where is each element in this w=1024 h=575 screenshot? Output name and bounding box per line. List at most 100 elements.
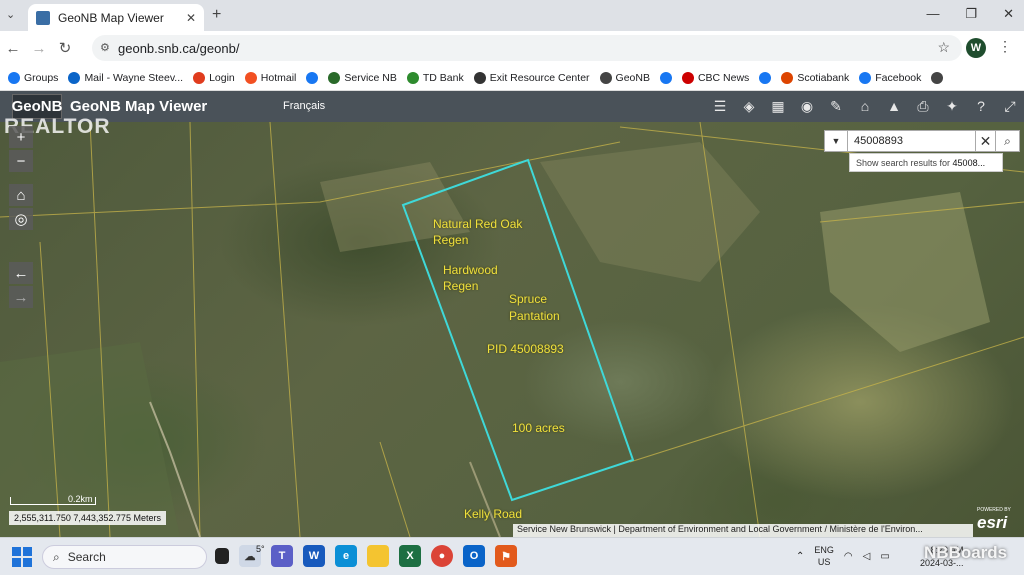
reload-icon[interactable]: ↻ [52,39,78,57]
bookmark-item[interactable]: GeoNB [599,71,650,84]
next-extent-button[interactable]: → [9,286,33,308]
locate-button[interactable]: ◎ [9,208,33,230]
bookmarks-bar: Groups Mail - Wayne Steev... Login Hotmail S… [0,65,1024,91]
bookmark-item[interactable]: Login [193,71,235,84]
label-hardwood-line1: Hardwood [443,263,498,277]
chrome-icon[interactable]: ● [431,545,453,567]
zoom-in-button[interactable]: + [9,126,33,148]
file-explorer-icon[interactable] [367,545,389,567]
bookmark-item[interactable] [931,71,944,84]
restore-icon[interactable]: ❐ [965,6,977,22]
home-extent-button[interactable]: ⌂ [9,184,33,206]
tab-close-icon[interactable]: ✕ [186,11,196,25]
battery-icon[interactable]: ▭ [880,551,889,562]
bookmark-item[interactable]: Hotmail [244,71,297,84]
facebook-icon [859,71,872,84]
browser-tab-bar: ⌄ GeoNB Map Viewer ✕ + — ❐ ✕ [0,0,1024,31]
forward-icon[interactable]: → [26,40,52,57]
previous-extent-button[interactable]: ← [9,262,33,284]
back-icon[interactable]: ← [0,40,26,57]
label-spruce-line2: Pantation [509,309,560,323]
excel-icon[interactable]: X [399,545,421,567]
wifi-icon[interactable]: ◠ [844,551,853,562]
suggestion-value: 45008... [952,158,986,168]
bookmark-star-icon[interactable]: ☆ [937,39,950,56]
new-tab-button[interactable]: + [212,6,221,24]
zoom-out-button[interactable]: − [9,150,33,172]
map-search: ▼ ✕ ⌕ [824,130,1024,152]
volume-icon[interactable]: ◁ [863,551,871,562]
map-attribution: Service New Brunswick | Department of En… [513,524,973,537]
windows-start-icon[interactable] [12,547,32,567]
help-icon[interactable]: ? [971,96,991,116]
field-area [820,192,990,352]
map-toolbar: ☰ ◈ ▦ ◉ ✎ ⌂ ▲ ⎙ ✦ ? ⤢ [710,96,1020,116]
windows-taskbar: ⌕ Search ☁ T W e X ● O ⚑ 5° ⌃ ENG US ◠ ◁… [0,537,1024,575]
print-icon[interactable]: ⎙ [913,96,933,116]
address-bar[interactable]: ⚙ geonb.snb.ca/geonb/ [92,35,962,61]
esri-name: esri [977,513,1008,532]
measure-icon[interactable]: ✎ [826,96,846,116]
bookmark-item[interactable]: Mail - Wayne Steev... [68,71,183,84]
bookmark-label: Exit Resource Center [489,71,590,84]
draw-icon[interactable]: ⌂ [855,96,875,116]
bookmark-item[interactable]: Service NB [328,71,397,84]
tray-chevron-icon[interactable]: ⌃ [796,551,804,562]
app-icon[interactable]: ⚑ [495,545,517,567]
list-icon[interactable]: ☰ [710,96,730,116]
bookmark-label: GeoNB [615,71,650,84]
bookmark-label: TD Bank [422,71,464,84]
tab-title: GeoNB Map Viewer [58,10,164,25]
outlook-icon[interactable]: O [463,545,485,567]
label-red-oak-line2: Regen [433,233,469,247]
language-toggle-link[interactable]: Français [283,100,325,112]
task-view-icon[interactable] [215,548,229,564]
taskbar-search[interactable]: ⌕ Search [42,545,207,569]
language-indicator[interactable]: ENG US [814,544,834,568]
bookmark-label: Service NB [344,71,397,84]
expand-icon[interactable]: ⤢ [1000,96,1020,116]
url-text[interactable]: geonb.snb.ca/geonb/ [118,41,239,56]
search-suggestion[interactable]: Show search results for 45008... [849,153,1003,172]
suggestion-prefix: Show search results for [856,158,953,168]
globe-icon [931,71,944,84]
bookmark-item[interactable]: Facebook [859,71,921,84]
tab-search-icon[interactable]: ⌄ [6,8,15,21]
facebook-icon [759,71,772,84]
markup-icon[interactable]: ▲ [884,96,904,116]
bookmark-item[interactable] [659,71,672,84]
teams-icon[interactable]: T [271,545,293,567]
bookmark-item[interactable]: TD Bank [406,71,464,84]
search-clear-icon[interactable]: ✕ [976,130,996,152]
map-nav-controls: + − ⌂ ◎ ← → [9,126,33,308]
layers-icon[interactable]: ◈ [739,96,759,116]
microsoft-icon [244,71,257,84]
search-source-dropdown[interactable]: ▼ [824,130,848,152]
browser-menu-icon[interactable]: ⋮ [998,38,1012,55]
close-window-icon[interactable]: ✕ [1003,6,1014,22]
minimize-icon[interactable]: — [926,6,939,22]
bookmark-label: Scotiabank [797,71,850,84]
bookmark-item[interactable] [759,71,772,84]
label-hardwood-line2: Regen [443,279,479,293]
bookmark-item[interactable] [306,71,319,84]
profile-avatar[interactable]: W [966,38,986,58]
geonb-app-bar: GeoNB GeoNB Map Viewer Français ☰ ◈ ▦ ◉ … [0,91,1024,122]
map-canvas[interactable]: Natural Red Oak Regen Hardwood Regen Spr… [0,122,1024,537]
share-icon[interactable]: ✦ [942,96,962,116]
basemap-icon[interactable]: ▦ [768,96,788,116]
bookmark-item[interactable]: CBC News [681,71,749,84]
bookmark-item[interactable]: Groups [8,71,58,84]
word-icon[interactable]: W [303,545,325,567]
palette-icon[interactable]: ◉ [797,96,817,116]
map-search-input[interactable] [848,130,976,152]
search-icon[interactable]: ⌕ [996,130,1020,152]
bookmark-item[interactable]: Exit Resource Center [473,71,590,84]
browser-tab[interactable]: GeoNB Map Viewer ✕ [28,4,204,31]
edge-icon[interactable]: e [335,545,357,567]
weather-temp: 5° [256,544,265,554]
bookmark-label: Hotmail [260,71,297,84]
site-info-icon[interactable]: ⚙ [100,41,110,54]
bookmark-item[interactable]: Scotiabank [781,71,850,84]
label-acreage: 100 acres [512,421,565,435]
